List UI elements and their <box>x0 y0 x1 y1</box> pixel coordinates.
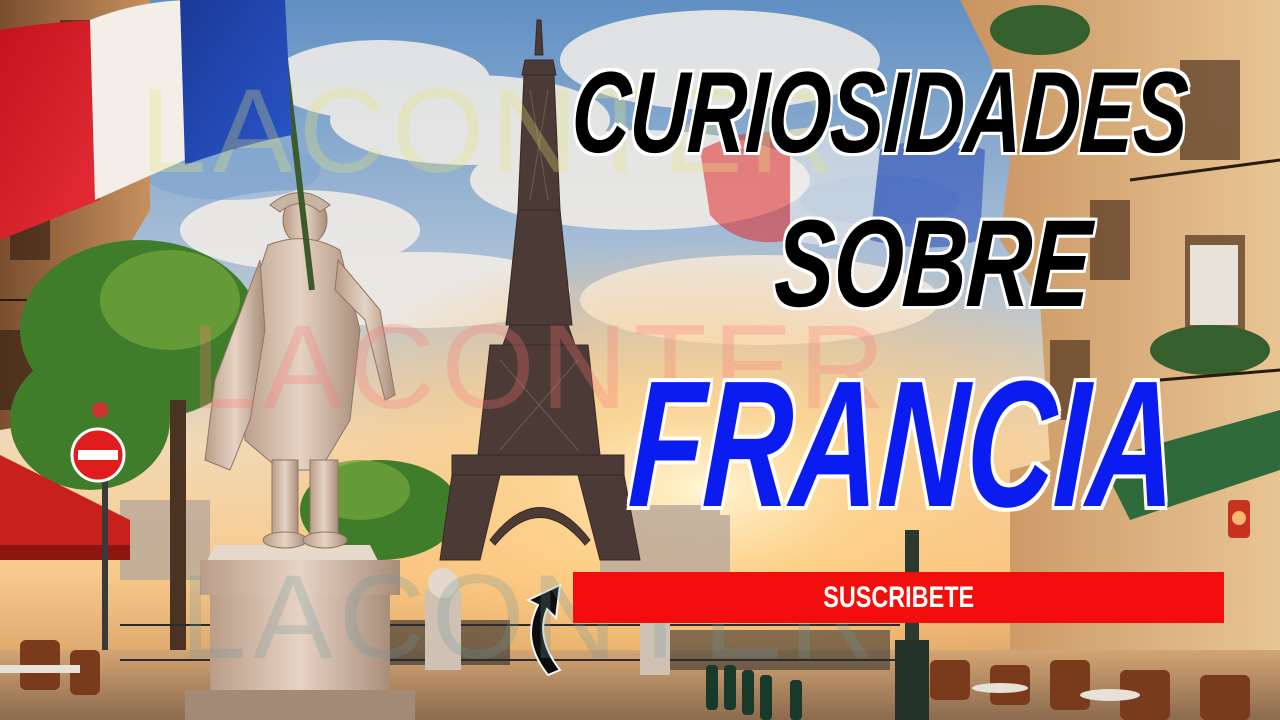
subscribe-label: SUSCRIBETE <box>823 580 974 614</box>
thumbnail-canvas: LACONTER LACONTER LACONTER CURIOSIDADES … <box>0 0 1280 720</box>
headline-line-sobre: SOBRE <box>771 194 1094 334</box>
headline-line-curiosidades: CURIOSIDADES <box>567 46 1192 179</box>
headline-line-francia: FRANCIA <box>625 344 1181 545</box>
subscribe-button[interactable]: SUSCRIBETE <box>573 572 1224 623</box>
